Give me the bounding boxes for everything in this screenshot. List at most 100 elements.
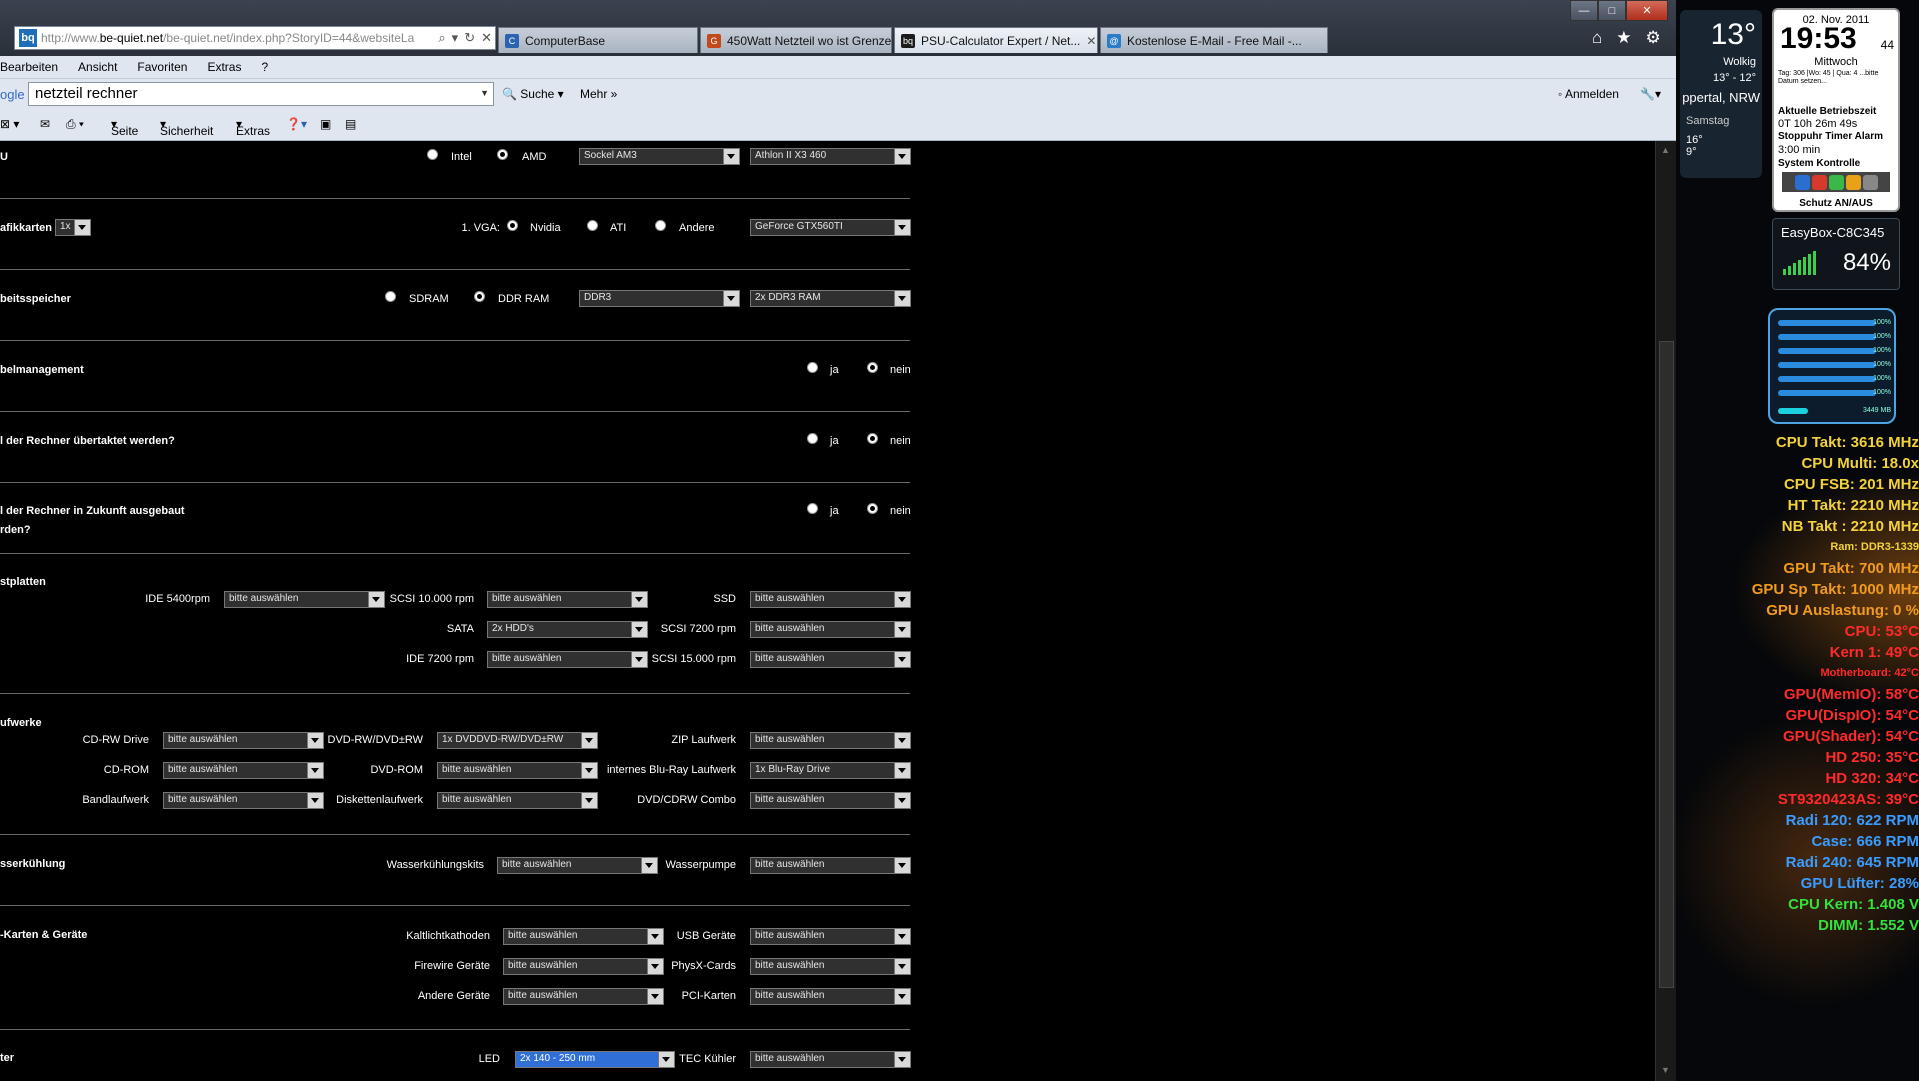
select-ccfl[interactable]: bitte auswählen: [503, 928, 664, 945]
menu-item-help[interactable]: ?: [261, 60, 268, 74]
select-physx[interactable]: bitte auswählen: [750, 958, 911, 975]
select-dvdrom[interactable]: bitte auswählen: [437, 762, 598, 779]
clock-gadget[interactable]: 02. Nov. 2011 19:53 44 Mittwoch Tag: 306…: [1772, 8, 1900, 212]
tab-freemail[interactable]: @ Kostenlose E-Mail - Free Mail -...: [1100, 27, 1328, 53]
command-page[interactable]: Seite ▾: [111, 117, 138, 138]
restart-icon[interactable]: [1811, 174, 1827, 190]
select-ide7200[interactable]: bitte auswählen: [487, 651, 648, 668]
select-firewire[interactable]: bitte auswählen: [503, 958, 664, 975]
section-title-cable: belmanagement: [0, 364, 84, 376]
menu-item-extras[interactable]: Extras: [207, 60, 241, 74]
dropdown-icon[interactable]: ▾: [452, 30, 459, 46]
radio-ati[interactable]: [587, 220, 598, 231]
tab-label: PSU-Calculator Expert / Net...: [921, 33, 1081, 48]
addon-icon[interactable]: ▣: [320, 117, 331, 131]
select-cpu-model[interactable]: Athlon II X3 460: [750, 148, 911, 165]
select-gpu-count[interactable]: 1x: [55, 219, 91, 236]
select-ide5400[interactable]: bitte auswählen: [224, 591, 385, 608]
select-combo[interactable]: bitte auswählen: [750, 792, 911, 809]
tab-450watt[interactable]: G 450Watt Netzteil wo ist Grenze...: [700, 27, 892, 53]
radio-sdram[interactable]: [385, 291, 396, 302]
vertical-scrollbar[interactable]: ▲ ▼: [1655, 141, 1676, 1081]
close-window-button[interactable]: ✕: [1626, 0, 1668, 21]
select-water-pump[interactable]: bitte auswählen: [750, 857, 911, 874]
radio-oc-yes[interactable]: [807, 433, 818, 444]
select-cdrw[interactable]: bitte auswählen: [163, 732, 324, 749]
wrench-icon[interactable]: 🔧▾: [1640, 87, 1661, 101]
select-tec[interactable]: bitte auswählen: [750, 1051, 911, 1068]
select-ram-type[interactable]: DDR3: [579, 290, 740, 307]
wifi-signal-icon: [1783, 251, 1816, 275]
select-cpu-socket[interactable]: Sockel AM3: [579, 148, 740, 165]
radio-nvidia[interactable]: [507, 220, 518, 231]
settings-gear-icon[interactable]: ⚙: [1646, 28, 1661, 48]
address-bar[interactable]: bq http://www.be-quiet.net/be-quiet.net/…: [14, 26, 496, 50]
tab-close-icon[interactable]: ✕: [1080, 34, 1096, 48]
select-scsi15k[interactable]: bitte auswählen: [750, 651, 911, 668]
menu-item-favoriten[interactable]: Favoriten: [137, 60, 187, 74]
stop-icon[interactable]: ✕: [481, 30, 492, 46]
select-bluray[interactable]: 1x Blu-Ray Drive: [750, 762, 911, 779]
select-scsi7200[interactable]: bitte auswählen: [750, 621, 911, 638]
menu-item-ansicht[interactable]: Ansicht: [78, 60, 117, 74]
select-tape[interactable]: bitte auswählen: [163, 792, 324, 809]
url-text[interactable]: http://www.be-quiet.net/be-quiet.net/ind…: [41, 31, 435, 45]
minimize-button[interactable]: —: [1570, 0, 1598, 21]
google-signin-button[interactable]: ◦ Anmelden: [1558, 87, 1619, 101]
select-water-kits[interactable]: bitte auswählen: [497, 857, 658, 874]
select-sata[interactable]: 2x HDD's: [487, 621, 648, 638]
chevron-down-icon[interactable]: ▼: [480, 88, 489, 98]
select-usb[interactable]: bitte auswählen: [750, 928, 911, 945]
weather-gadget[interactable]: 13° Wolkig 13° - 12° ppertal, NRW Samsta…: [1680, 10, 1762, 178]
radio-ddr[interactable]: [474, 291, 485, 302]
favorites-star-icon[interactable]: ★: [1616, 28, 1631, 48]
power-icon[interactable]: [1794, 174, 1810, 190]
radio-amd[interactable]: [497, 149, 508, 160]
google-search-input[interactable]: netzteil rechner ▼: [28, 82, 494, 106]
select-gpu-model[interactable]: GeForce GTX560TI: [750, 219, 911, 236]
google-more-button[interactable]: Mehr »: [580, 87, 617, 101]
feeds-icon[interactable]: ⊠ ▾: [0, 117, 19, 131]
radio-future-yes[interactable]: [807, 503, 818, 514]
command-extras[interactable]: Extras ▾: [236, 117, 270, 138]
home-icon[interactable]: ⌂: [1592, 28, 1602, 48]
select-ssd[interactable]: bitte auswählen: [750, 591, 911, 608]
network-icon[interactable]: [1862, 174, 1878, 190]
help-icon[interactable]: ❓▾: [286, 117, 307, 131]
radio-oc-no[interactable]: [867, 433, 878, 444]
select-other-devices[interactable]: bitte auswählen: [503, 988, 664, 1005]
lock-icon[interactable]: [1845, 174, 1861, 190]
scroll-up-icon[interactable]: ▲: [1661, 145, 1670, 155]
mail-icon[interactable]: ✉: [40, 117, 50, 131]
refresh-icon[interactable]: ↻: [464, 30, 475, 46]
tab-computerbase[interactable]: C ComputerBase: [498, 27, 698, 53]
select-pci[interactable]: bitte auswählen: [750, 988, 911, 1005]
scroll-down-icon[interactable]: ▼: [1661, 1065, 1670, 1075]
meter-pct: 100%: [1873, 361, 1891, 368]
research-icon[interactable]: ▤: [345, 117, 356, 131]
print-icon[interactable]: ⎙ ▾: [66, 117, 84, 132]
scrollbar-thumb[interactable]: [1659, 341, 1674, 988]
select-led[interactable]: 2x 140 - 250 mm: [515, 1051, 675, 1068]
radio-intel[interactable]: [427, 149, 438, 160]
command-security[interactable]: Sicherheit ▾: [160, 117, 213, 138]
maximize-button[interactable]: □: [1598, 0, 1626, 21]
radio-cable-yes[interactable]: [807, 362, 818, 373]
menu-item-bearbeiten[interactable]: Bearbeiten: [0, 60, 58, 74]
protect-toggle[interactable]: Schutz AN/AUS: [1774, 198, 1898, 209]
cpu-meter-gadget[interactable]: 100% 100% 100% 100% 100% 100% 3449 MB: [1768, 308, 1896, 424]
select-floppy[interactable]: bitte auswählen: [437, 792, 598, 809]
google-search-button[interactable]: 🔍 Suche ▾: [502, 87, 564, 101]
tab-psu-calculator[interactable]: bq PSU-Calculator Expert / Net... ✕: [894, 27, 1098, 53]
search-icon[interactable]: ⌕: [438, 30, 445, 46]
select-cdrom[interactable]: bitte auswählen: [163, 762, 324, 779]
select-scsi10k[interactable]: bitte auswählen: [487, 591, 648, 608]
select-zip[interactable]: bitte auswählen: [750, 732, 911, 749]
wifi-gadget[interactable]: EasyBox-C8C345 84%: [1772, 218, 1900, 290]
radio-cable-no[interactable]: [867, 362, 878, 373]
radio-other-gpu[interactable]: [655, 220, 666, 231]
select-ram-amount[interactable]: 2x DDR3 RAM: [750, 290, 911, 307]
select-dvdrw[interactable]: 1x DVDDVD-RW/DVD±RW: [437, 732, 598, 749]
settings-icon[interactable]: [1828, 174, 1844, 190]
radio-future-no[interactable]: [867, 503, 878, 514]
